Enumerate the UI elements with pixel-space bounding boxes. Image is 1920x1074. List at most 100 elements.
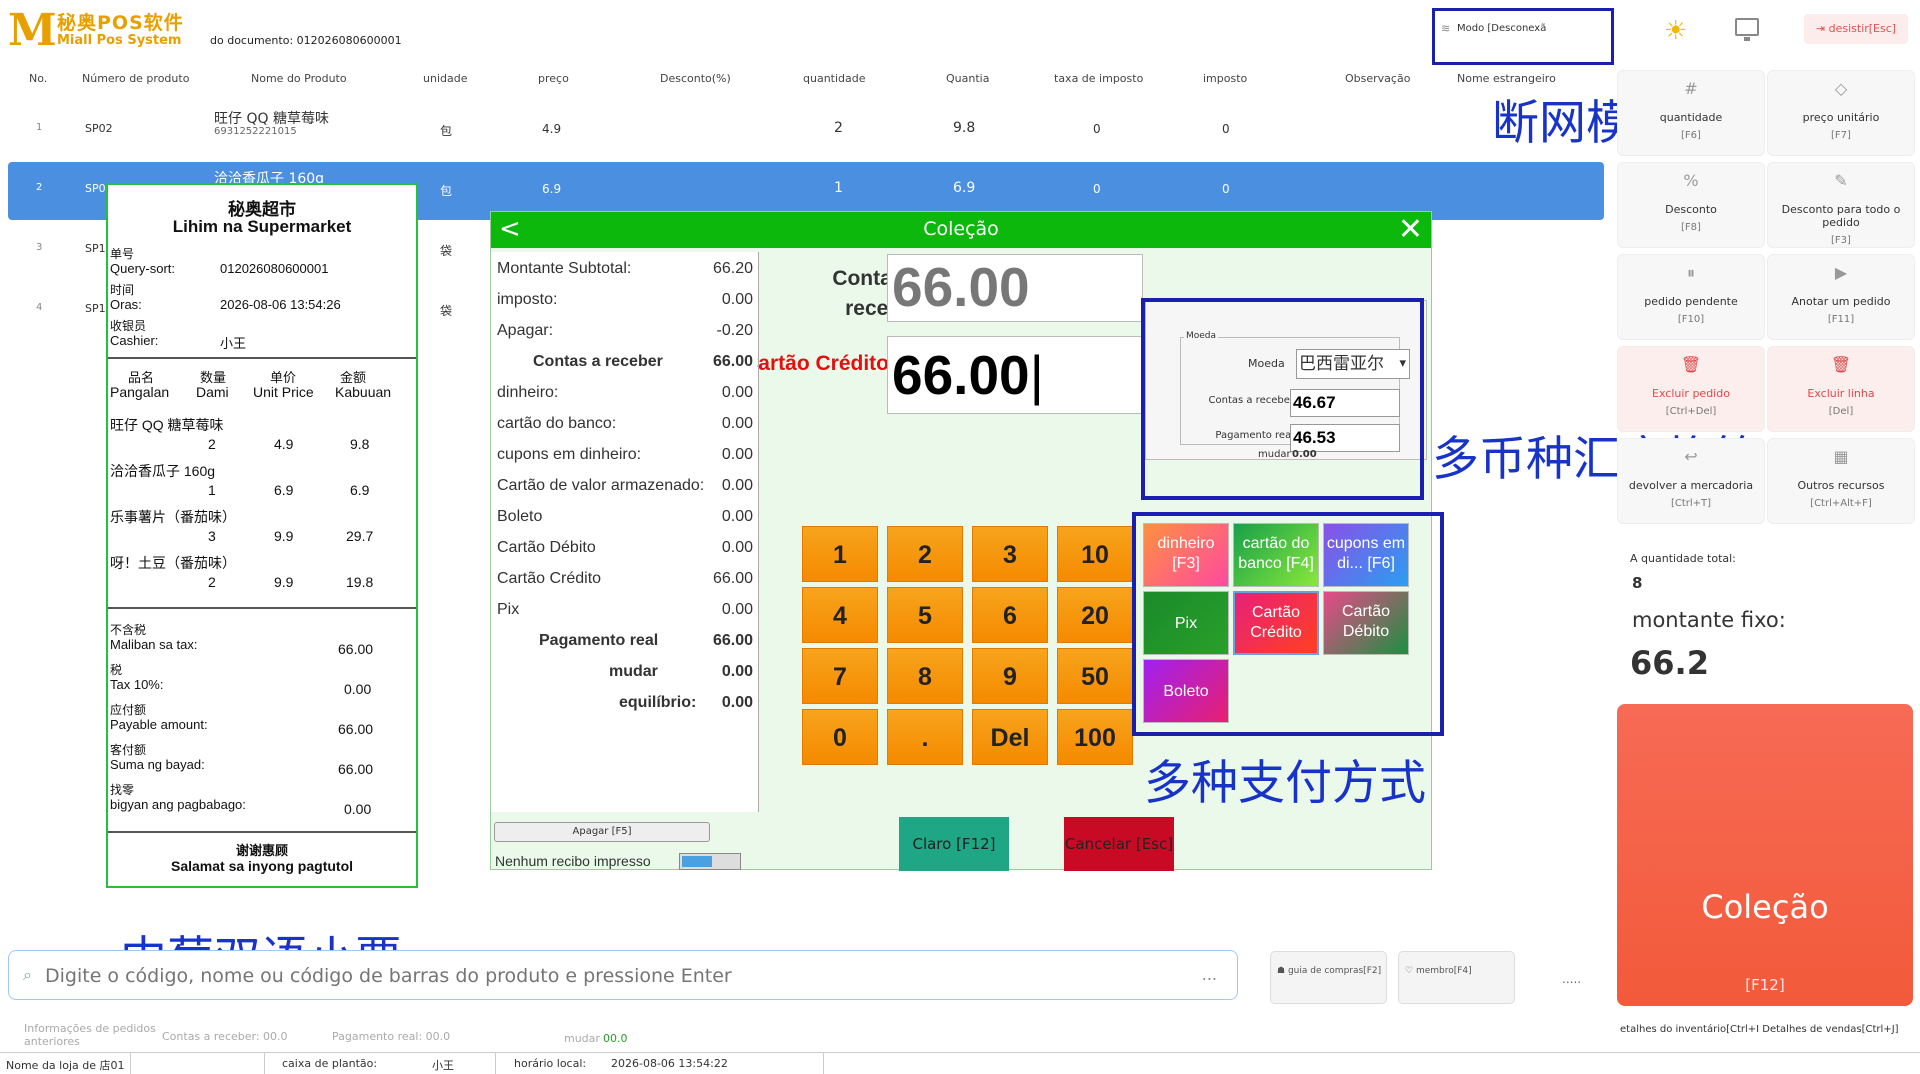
unit-price-button[interactable]: ◇ preço unitário [F7] [1767,70,1915,156]
dialog-titlebar: < Coleção ✕ [491,212,1431,248]
order-paid: Pagamento real: 00.0 [332,1030,451,1043]
shopping-guide-button[interactable]: ☗ guia de compras[F2] [1270,951,1387,1004]
hold-order-label: pedido pendente [1644,295,1738,308]
summary-value: 66.00 [712,353,753,370]
keypad-key[interactable]: 0 [802,709,878,765]
delete-line-shortcut: [Del] [1828,406,1854,417]
keypad-key[interactable]: 8 [887,648,963,704]
col-header: preço [538,72,569,85]
return-goods-button[interactable]: ↩ devolver a mercadoria [Ctrl+T] [1617,438,1765,524]
keypad-key[interactable]: 6 [972,587,1048,643]
confirm-button[interactable]: Claro [F12] [899,817,1009,871]
keypad-key[interactable]: 1 [802,526,878,582]
keypad-key[interactable]: 5 [887,587,963,643]
row-code: SP02 [85,122,113,135]
delete-line-label: Excluir linha [1807,387,1875,400]
keypad-key[interactable]: 50 [1057,648,1133,704]
inventory-links[interactable]: etalhes do inventário[Ctrl+I Detalhes de… [1620,1024,1899,1035]
keypad-key[interactable]: 20 [1057,587,1133,643]
summary-line: imposto: 0.00 [497,291,753,315]
keypad-key[interactable]: 7 [802,648,878,704]
clear-button[interactable]: Apagar [F5] [494,822,710,842]
payment-summary: Montante Subtotal: 66.20 imposto: 0.00 Apaga… [491,252,759,812]
summary-label: cupons em dinheiro: [497,446,642,463]
status-divider [495,1053,496,1074]
fixed-amount-label: montante fixo: [1632,608,1786,632]
delete-line-button[interactable]: 🗑 Excluir linha [Del] [1767,346,1915,432]
annotation-payments: 多种支付方式 [1144,756,1426,811]
offline-mode-indicator[interactable]: ≋ Modo [Desconexã [1432,8,1614,65]
summary-value: 0.00 [721,539,753,556]
recall-order-button[interactable]: ▶ Anotar um pedido [F11] [1767,254,1915,340]
summary-value: 66.00 [712,632,753,649]
col-header: unidade [423,72,468,85]
shift-label: caixa de plantão: [282,1057,378,1070]
more-options[interactable]: ..... [1562,972,1581,986]
keypad-key[interactable]: 2 [887,526,963,582]
receipt-meta-cn: 收银员 [110,319,147,333]
keypad-key[interactable]: 100 [1057,709,1133,765]
delete-order-label: Excluir pedido [1652,387,1730,400]
summary-line: dinheiro: 0.00 [497,384,753,408]
summary-label: Apagar: [497,322,554,339]
no-receipt-toggle[interactable] [679,853,741,870]
table-header: No. Número de produto Nome do Produto un… [0,72,1600,92]
row-tax: 0 [1222,182,1230,196]
summary-line: Cartão Débito 0.00 [497,539,753,563]
document-number: do documento: 012026080600001 [210,34,402,47]
sun-icon[interactable]: ☀ [1664,16,1687,46]
summary-line: Montante Subtotal: 66.20 [497,260,753,284]
cancel-button[interactable]: Cancelar [Esc] [1064,817,1174,871]
receipt-total-value: 0.00 [344,681,372,697]
unit-price-shortcut: [F7] [1831,130,1851,141]
receipt-meta-en: Oras: [110,297,142,312]
row-tax: 0 [1222,122,1230,136]
keypad-key[interactable]: 4 [802,587,878,643]
keypad-key[interactable]: . [887,709,963,765]
summary-line: mudar 0.00 [497,663,753,687]
status-bar: Nome da loja de 店01 caixa de plantão: 小王… [0,1052,1920,1074]
order-info-label: Informações de pedidos anteriores [24,1022,156,1048]
receipt-total-en: bigyan ang pagbabago: [110,797,246,812]
receipt-divider [108,357,416,359]
discount-shortcut: [F8] [1681,222,1701,233]
col-header: quantidade [803,72,866,85]
summary-value: 66.00 [712,570,753,587]
exit-button[interactable]: ⇥ desistir[Esc] [1804,14,1908,44]
receipt-item-qty: 1 [208,482,216,498]
store-name: Nome da loja de 店01 [6,1059,125,1072]
hold-order-button[interactable]: ⏸ pedido pendente [F10] [1617,254,1765,340]
table-row[interactable]: 1 SP02 旺仔 QQ 糖草莓味 6931252221015 包 4.9 2 … [8,100,1604,158]
delete-order-button[interactable]: 🗑 Excluir pedido [Ctrl+Del] [1617,346,1765,432]
discount-button[interactable]: % Desconto [F8] [1617,162,1765,248]
keypad-key[interactable]: 3 [972,526,1048,582]
currency-highlight-box [1141,298,1424,500]
payments-highlight-box [1132,512,1444,736]
receipt-meta-en: Cashier: [110,333,159,348]
more-icon[interactable]: ... [1202,965,1217,984]
time-value: 2026-08-06 13:54:22 [611,1057,728,1070]
summary-label: Montante Subtotal: [497,260,632,277]
summary-line: Pix 0.00 [497,601,753,625]
credit-card-amount-input[interactable]: 66.00| [887,336,1143,414]
close-icon[interactable]: ✕ [1398,212,1423,247]
search-input[interactable] [45,959,1195,993]
collect-button[interactable]: Coleção [F12] [1617,704,1913,1006]
receipt-item-name: 旺仔 QQ 糖草莓味 [110,417,224,433]
other-features-button[interactable]: ▦ Outros recursos [Ctrl+Alt+F] [1767,438,1915,524]
keypad-key[interactable]: 9 [972,648,1048,704]
quantity-button[interactable]: # quantidade [F6] [1617,70,1765,156]
col-header: Observação [1345,72,1411,85]
member-button[interactable]: ♡ membro[F4] [1398,951,1515,1004]
row-code: SP0 [85,182,106,195]
quantity-shortcut: [F6] [1681,130,1701,141]
hash-icon: # [1684,79,1698,98]
monitor-icon[interactable] [1735,18,1759,41]
app-logo: M 秘奥POS软件 Miall Pos System [8,6,208,56]
order-discount-button[interactable]: ✎ Desconto para todo o pedido [F3] [1767,162,1915,248]
summary-value: -0.20 [716,322,753,339]
keypad-key[interactable]: 10 [1057,526,1133,582]
row-no: 4 [36,302,43,313]
col-header: Nome do Produto [251,72,347,85]
keypad-key[interactable]: Del [972,709,1048,765]
